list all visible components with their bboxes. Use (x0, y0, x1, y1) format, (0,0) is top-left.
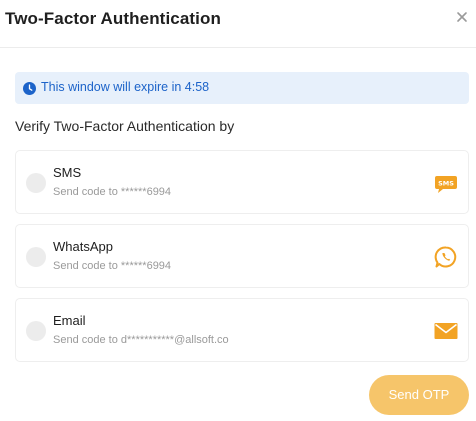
option-label: SMS (53, 165, 82, 180)
sms-radio[interactable] (26, 173, 46, 193)
dialog-title: Two-Factor Authentication (5, 9, 221, 28)
whatsapp-radio[interactable] (26, 247, 46, 267)
option-sms[interactable]: SMS Send code to ******6994 SMS (15, 150, 469, 214)
expiry-banner: This window will expire in 4:58 (15, 72, 469, 104)
send-otp-button[interactable]: Send OTP (369, 375, 469, 415)
clock-icon (23, 82, 36, 95)
option-description: Send code to d***********@allsoft.co (53, 334, 229, 346)
svg-text:SMS: SMS (438, 180, 454, 188)
option-description: Send code to ******6994 (53, 260, 172, 272)
expiry-text: This window will expire in 4:58 (41, 80, 210, 94)
whatsapp-icon (434, 245, 458, 269)
email-icon (434, 319, 458, 343)
option-email[interactable]: Email Send code to d***********@allsoft.… (15, 298, 469, 362)
two-factor-dialog: Two-Factor Authentication This window wi… (0, 0, 476, 421)
email-radio[interactable] (26, 321, 46, 341)
sms-icon: SMS (434, 171, 458, 195)
option-label: WhatsApp (53, 239, 113, 254)
option-whatsapp[interactable]: WhatsApp Send code to ******6994 (15, 224, 469, 288)
option-description: Send code to ******6994 (53, 186, 172, 198)
dialog-header: Two-Factor Authentication (0, 0, 476, 48)
verify-subtitle: Verify Two-Factor Authentication by (15, 118, 235, 134)
close-icon[interactable] (455, 10, 469, 24)
option-label: Email (53, 313, 86, 328)
